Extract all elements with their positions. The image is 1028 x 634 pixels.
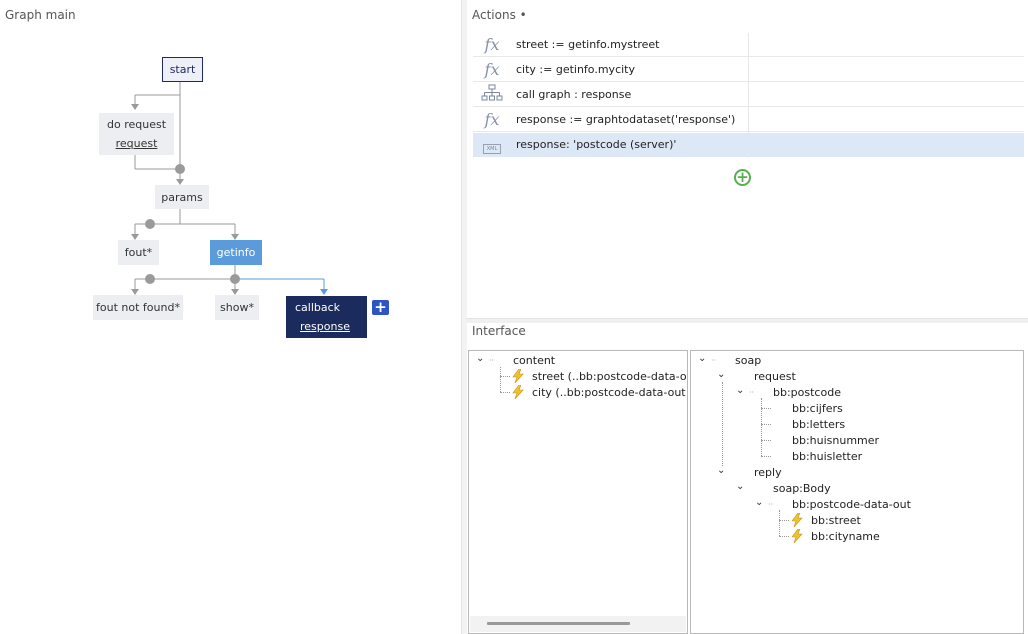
tree-node-city[interactable]: city (..bb:postcode-data-out.b [532,386,686,399]
tree-node-cijfers[interactable]: bb:cijfers [792,402,843,415]
node-show[interactable]: show* [215,295,259,320]
actions-panel-title: Actions • [472,8,527,22]
tree-guide-line [722,382,723,466]
chevron-down-icon[interactable]: ⌄ [717,369,725,380]
action-text: city := getinfo.mycity [516,63,635,76]
xml-icon: XML [473,135,511,154]
tree-guide-line [500,367,501,392]
chevron-down-icon[interactable]: ⌄ [717,465,725,476]
tree-node-street[interactable]: street (..bb:postcode-data-out [532,370,686,383]
action-row[interactable]: fx city := getinfo.mycity [473,58,1024,82]
lightning-icon [512,385,524,399]
tree-node-cityname-out[interactable]: bb:cityname [811,530,880,543]
tree-node-letters[interactable]: bb:letters [792,418,845,431]
left-tree-scrollbar-thumb[interactable] [487,622,630,625]
action-row[interactable]: call graph : response [473,83,1024,107]
tree-dots: ·· [489,356,495,365]
xml-icon-label: XML [482,144,502,154]
interface-panel-title: Interface [472,324,526,338]
sitemap-icon [473,84,511,106]
node-do-request-link[interactable]: request [116,137,158,150]
tree-node-soap[interactable]: soap [735,354,761,367]
tree-guide-line [500,392,510,393]
tree-dots: ·· [749,388,755,397]
tree-guide-line [761,408,771,409]
tree-node-request[interactable]: request [754,370,796,383]
node-start-label: start [169,63,196,76]
node-callback-link[interactable]: response [300,320,350,333]
tree-node-huisletter[interactable]: bb:huisletter [792,450,862,463]
tree-node-postcode[interactable]: bb:postcode [773,386,841,399]
node-do-request-label: do request [106,118,167,131]
node-fout-not-found[interactable]: fout not found* [93,295,183,320]
lightning-icon [791,529,803,543]
tree-node-soap-body[interactable]: soap:Body [773,482,831,495]
chevron-down-icon[interactable]: ⌄ [698,353,706,364]
tree-dots: ·· [768,500,774,509]
action-text: street := getinfo.mystreet [516,38,660,51]
tree-guide-line [761,398,762,456]
node-fout[interactable]: fout* [118,240,159,265]
node-callback-label: callback [295,301,341,314]
tree-node-street-out[interactable]: bb:street [811,514,861,527]
tree-node-huisnummer[interactable]: bb:huisnummer [792,434,879,447]
node-fout-not-found-label: fout not found* [96,301,180,314]
fx-icon: fx [484,110,500,129]
action-row[interactable]: fx street := getinfo.mystreet [473,33,1024,57]
action-row-selected[interactable]: XML response: 'postcode (server)' [473,133,1024,157]
tree-guide-line [779,520,789,521]
tree-guide-line [761,440,771,441]
tree-guide-line [779,536,789,537]
node-do-request[interactable]: do request request [99,113,174,155]
chevron-down-icon[interactable]: ⌄ [755,497,763,508]
horizontal-splitter[interactable] [466,318,1028,323]
node-getinfo-label: getinfo [216,246,256,259]
node-start[interactable]: start [162,57,203,82]
node-getinfo[interactable]: getinfo [210,240,262,265]
tree-dots: ·· [711,356,717,365]
tree-guide-line [761,456,771,457]
tree-guide-line [761,424,771,425]
node-params-label: params [161,190,203,204]
lightning-icon [512,369,524,383]
chevron-down-icon[interactable]: ⌄ [736,385,744,396]
chevron-down-icon[interactable]: ⌄ [736,481,744,492]
node-fout-label: fout* [124,246,153,259]
action-text: response: 'postcode (server)' [516,138,677,151]
tree-node-content[interactable]: content [513,354,555,367]
vertical-splitter[interactable] [461,0,467,634]
node-params[interactable]: params [155,185,209,209]
action-text: call graph : response [516,88,632,101]
tree-node-reply[interactable]: reply [754,466,782,479]
tree-guide-line [779,510,780,536]
add-action-button[interactable]: + [734,169,751,186]
tree-node-postcode-data-out[interactable]: bb:postcode-data-out [792,498,911,511]
action-text: response := graphtodataset('response') [516,113,736,126]
fx-icon: fx [484,35,500,54]
chevron-down-icon[interactable]: ⌄ [476,353,484,364]
node-callback[interactable]: callback response [286,296,367,338]
add-node-button[interactable]: + [372,300,389,315]
lightning-icon [791,513,803,527]
action-row[interactable]: fx response := graphtodataset('response'… [473,108,1024,132]
node-show-label: show* [220,301,254,314]
fx-icon: fx [484,60,500,79]
tree-guide-line [500,376,510,377]
